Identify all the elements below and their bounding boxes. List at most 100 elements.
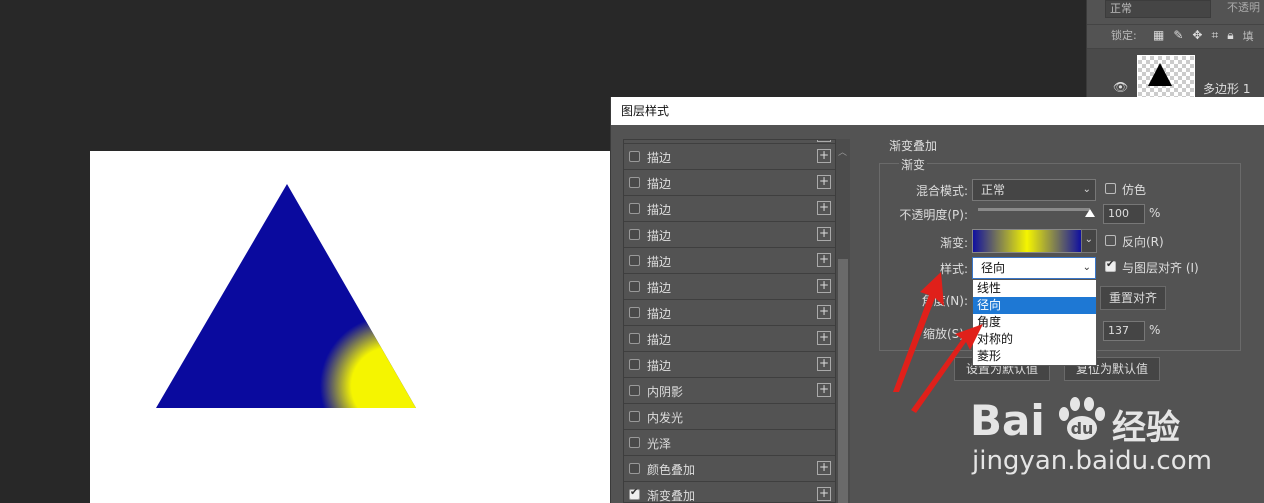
style-list: + 描边 + 描边 + 描边 + 描边 + 描边 + 描边 + 描边 + 描边 + 描边 + 内阴影 + 内发光光泽颜色叠… xyxy=(623,139,836,503)
style-checkbox[interactable] xyxy=(629,203,640,214)
add-effect-icon[interactable]: + xyxy=(817,175,831,189)
style-options-menu: 线性 径向 角度 对称的 菱形 xyxy=(972,279,1097,366)
align-with-layer-box[interactable] xyxy=(1105,259,1116,272)
layer-blend-mode-dropdown[interactable]: 正常 xyxy=(1105,0,1211,18)
scale-unit: % xyxy=(1149,323,1161,337)
artboard-lock-icon[interactable]: ⌗ xyxy=(1211,28,1218,44)
style-list-item[interactable]: 渐变叠加 + xyxy=(624,482,835,503)
padlock-icon[interactable]: 🔒︎ xyxy=(1227,28,1233,44)
add-effect-icon[interactable]: + xyxy=(817,383,831,397)
gradient-highlight xyxy=(320,316,416,408)
style-list-item[interactable]: 描边 + xyxy=(624,144,835,170)
reverse-box[interactable] xyxy=(1105,235,1116,246)
style-option[interactable]: 对称的 xyxy=(973,331,1096,348)
gradient-picker-dropdown[interactable]: ⌄ xyxy=(1081,229,1097,253)
section-title: 渐变叠加 xyxy=(889,139,938,153)
style-checkbox[interactable] xyxy=(629,385,640,396)
style-checkbox[interactable] xyxy=(629,359,640,370)
add-effect-icon[interactable]: + xyxy=(817,487,831,501)
style-list-scrollbar[interactable]: ︿ xyxy=(836,139,850,503)
chevron-down-icon: ⌄ xyxy=(1082,262,1091,273)
scale-input[interactable]: 137 xyxy=(1103,321,1145,341)
checker-lock-icon[interactable]: ▦ xyxy=(1153,28,1164,44)
triangle-artwork xyxy=(156,184,416,408)
style-item-label: 渐变叠加 xyxy=(647,489,696,503)
style-checkbox[interactable] xyxy=(629,411,640,422)
opacity-slider[interactable] xyxy=(978,208,1090,211)
style-checkbox[interactable] xyxy=(629,255,640,266)
style-checkbox[interactable] xyxy=(629,229,640,240)
style-list-item[interactable]: 描边 + xyxy=(624,222,835,248)
add-effect-icon[interactable]: + xyxy=(817,149,831,163)
move-lock-icon[interactable]: ✥ xyxy=(1192,28,1202,44)
style-list-item[interactable]: 描边 + xyxy=(624,326,835,352)
blend-mode-dropdown[interactable]: 正常 ⌄ xyxy=(972,179,1096,201)
style-item-label: 描边 xyxy=(647,229,672,243)
style-option[interactable]: 角度 xyxy=(973,314,1096,331)
style-checkbox[interactable] xyxy=(629,307,640,318)
scale-label: 缩放(S): xyxy=(922,327,968,341)
style-list-item[interactable]: 描边 + xyxy=(624,274,835,300)
style-option[interactable]: 径向 xyxy=(973,297,1096,314)
add-effect-icon[interactable]: + xyxy=(817,227,831,241)
style-item-label: 描边 xyxy=(647,359,672,373)
gradient-swatch[interactable] xyxy=(972,229,1082,253)
gradient-overlay-settings: 渐变叠加 渐变 混合模式: 正常 ⌄ 仿色 不透明度(P): 100 % 渐变: … xyxy=(876,137,1264,503)
style-list-item[interactable]: 描边 + xyxy=(624,300,835,326)
lock-icons: ▦ ✎ ✥ ⌗ 🔒︎ 填 xyxy=(1153,28,1254,44)
layer-row[interactable]: 👁︎ 多边形 1 xyxy=(1087,48,1264,98)
style-list-item[interactable]: 描边 + xyxy=(624,196,835,222)
add-effect-icon[interactable]: + xyxy=(817,357,831,371)
eye-icon[interactable]: 👁︎ xyxy=(1113,80,1128,94)
style-item-label: 颜色叠加 xyxy=(647,463,696,477)
reset-align-button[interactable]: 重置对齐 xyxy=(1100,286,1166,310)
opacity-slider-knob[interactable] xyxy=(1085,209,1095,217)
add-effect-icon[interactable]: + xyxy=(817,140,831,142)
scrollbar-thumb[interactable] xyxy=(838,259,848,503)
add-effect-icon[interactable]: + xyxy=(817,253,831,267)
style-list-item[interactable]: 光泽 xyxy=(624,430,835,456)
style-list-item[interactable]: 描边 + xyxy=(624,170,835,196)
style-item-label: 描边 xyxy=(647,151,672,165)
add-effect-icon[interactable]: + xyxy=(817,305,831,319)
style-list-item[interactable]: 内发光 xyxy=(624,404,835,430)
style-list-item[interactable]: 颜色叠加 + xyxy=(624,456,835,482)
style-option[interactable]: 线性 xyxy=(973,280,1096,297)
add-effect-icon[interactable]: + xyxy=(817,279,831,293)
style-checkbox[interactable] xyxy=(629,151,640,162)
style-checkbox[interactable] xyxy=(629,177,640,188)
angle-label: 角度(N): xyxy=(921,294,968,308)
style-checkbox[interactable] xyxy=(629,333,640,344)
layer-name[interactable]: 多边形 1 xyxy=(1203,80,1250,97)
style-item-label: 描边 xyxy=(647,177,672,191)
document-canvas[interactable] xyxy=(90,151,610,503)
style-checkbox[interactable] xyxy=(629,463,640,474)
dialog-title: 图层样式 xyxy=(611,97,1264,125)
add-effect-icon[interactable]: + xyxy=(817,331,831,345)
style-item-label: 内发光 xyxy=(647,411,684,425)
add-effect-icon[interactable]: + xyxy=(817,461,831,475)
blend-mode-label: 混合模式: xyxy=(915,184,968,198)
add-effect-icon[interactable]: + xyxy=(817,201,831,215)
style-item-label: 描边 xyxy=(647,255,672,269)
style-list-item[interactable]: 内阴影 + xyxy=(624,378,835,404)
style-label: 样式: xyxy=(939,262,968,276)
style-checkbox[interactable] xyxy=(629,437,640,448)
style-option[interactable]: 菱形 xyxy=(973,348,1096,365)
dither-box[interactable] xyxy=(1105,183,1116,194)
style-dropdown[interactable]: 径向 ⌄ xyxy=(972,257,1096,279)
style-checkbox[interactable] xyxy=(629,487,640,500)
opacity-input[interactable]: 100 xyxy=(1103,204,1145,224)
style-list-item[interactable]: 描边 + xyxy=(624,248,835,274)
layer-opacity-label: 不透明 xyxy=(1227,1,1260,14)
brush-lock-icon[interactable]: ✎ xyxy=(1173,28,1183,44)
dither-checkbox[interactable]: 仿色 xyxy=(1105,181,1146,198)
scroll-up-icon[interactable]: ︿ xyxy=(838,145,847,158)
reverse-checkbox[interactable]: 反向(R) xyxy=(1105,233,1164,250)
align-with-layer-checkbox[interactable]: 与图层对齐 (I) xyxy=(1105,259,1199,276)
style-item-label: 描边 xyxy=(647,333,672,347)
style-item-label: 光泽 xyxy=(647,437,672,451)
opacity-unit: % xyxy=(1149,206,1161,220)
style-checkbox[interactable] xyxy=(629,281,640,292)
style-list-item[interactable]: 描边 + xyxy=(624,352,835,378)
